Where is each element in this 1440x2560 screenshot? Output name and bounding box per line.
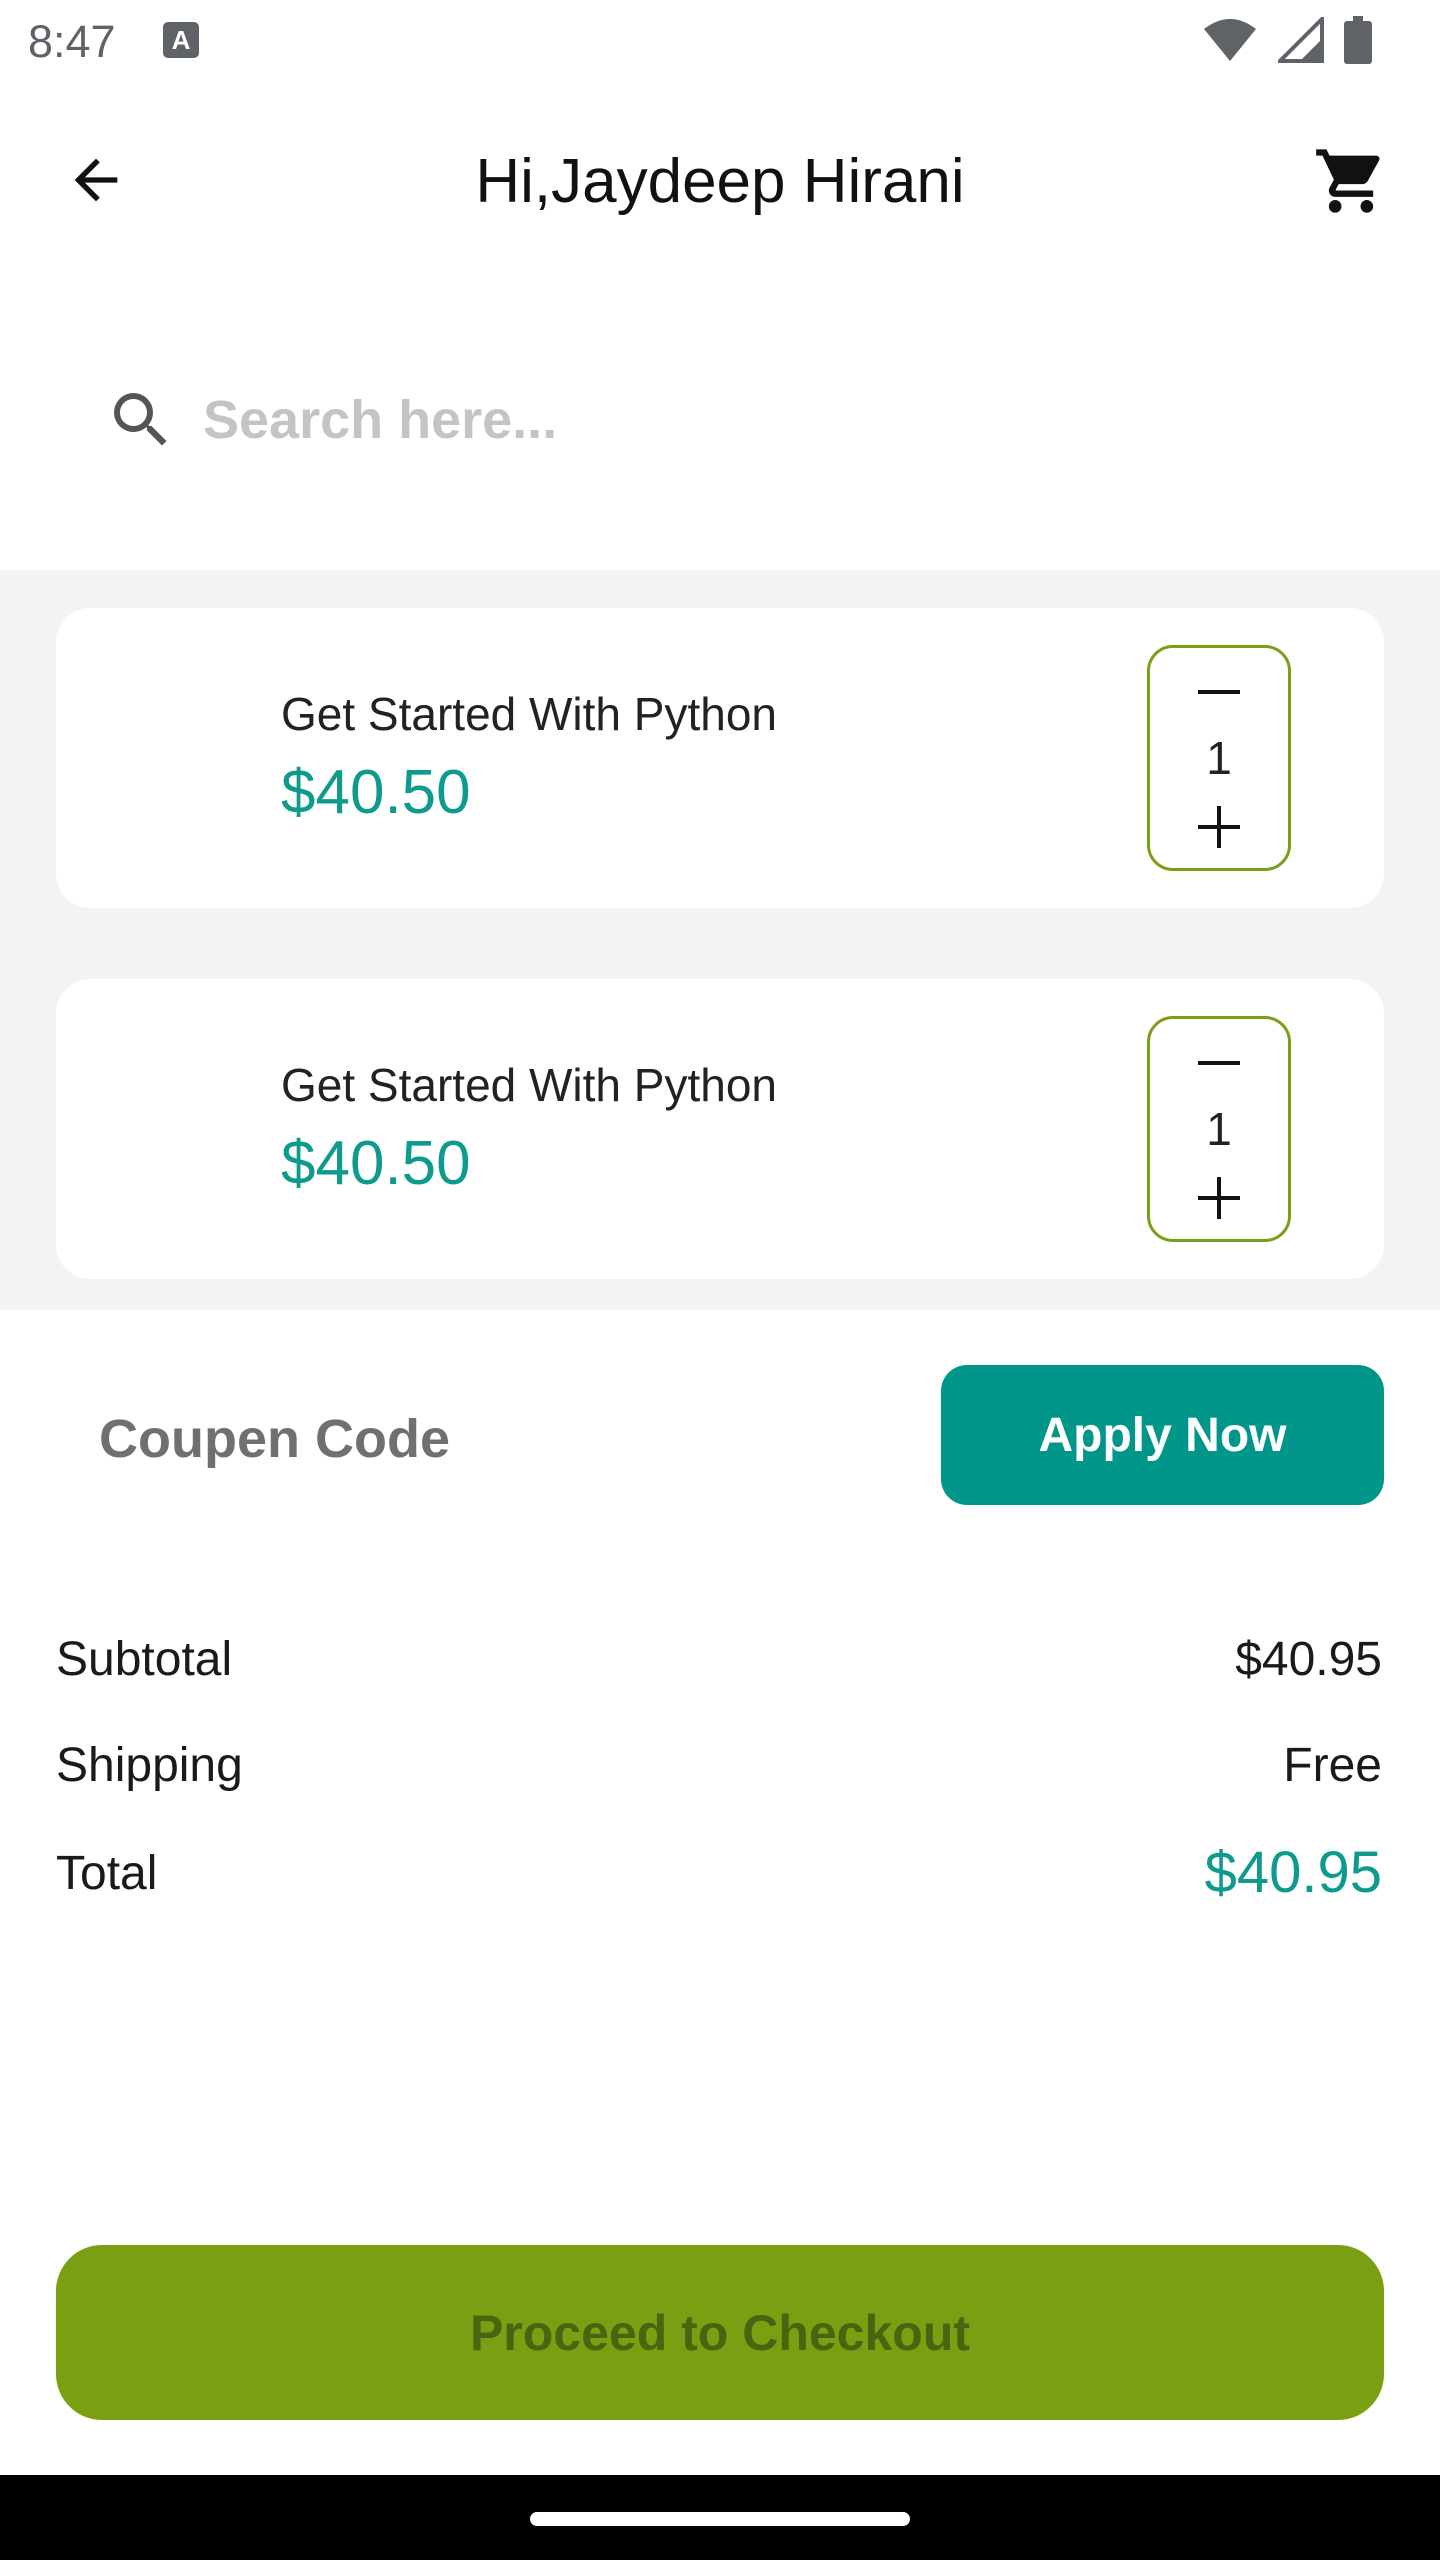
search-icon (101, 380, 181, 460)
subtotal-value: $40.95 (1235, 1633, 1382, 1686)
increment-button[interactable] (1150, 1167, 1288, 1229)
page-title: Hi,Jaydeep Hirani (475, 147, 965, 216)
coupon-code-input[interactable]: Coupen Code (99, 1406, 450, 1472)
total-value: $40.95 (1204, 1840, 1382, 1905)
plus-icon (1198, 806, 1240, 848)
search-bar[interactable] (56, 340, 1384, 500)
item-name: Get Started With Python (281, 688, 778, 740)
decrement-button[interactable] (1150, 662, 1288, 722)
item-name: Get Started With Python (281, 1059, 778, 1111)
wifi-icon (1204, 19, 1256, 61)
minus-icon (1198, 690, 1240, 694)
shipping-value: Free (1283, 1739, 1382, 1792)
cart-button[interactable] (1306, 136, 1396, 226)
subtotal-label: Subtotal (56, 1633, 233, 1686)
quantity-stepper: 1 (1147, 645, 1291, 871)
battery-icon (1344, 16, 1372, 64)
increment-button[interactable] (1150, 796, 1288, 858)
quantity-stepper: 1 (1147, 1016, 1291, 1242)
quantity-value: 1 (1206, 732, 1232, 784)
item-price: $40.50 (281, 1129, 471, 1198)
status-icons (1202, 16, 1372, 64)
quantity-value: 1 (1206, 1103, 1232, 1155)
proceed-to-checkout-button[interactable]: Proceed to Checkout (56, 2245, 1384, 2420)
decrement-button[interactable] (1150, 1033, 1288, 1093)
shipping-label: Shipping (56, 1739, 243, 1792)
total-label: Total (56, 1847, 158, 1900)
apply-now-button[interactable]: Apply Now (941, 1365, 1384, 1505)
plus-icon (1198, 1177, 1240, 1219)
signal-icon (1278, 17, 1324, 63)
status-time: 8:47 (28, 16, 116, 67)
home-handle[interactable] (530, 2512, 910, 2526)
search-input[interactable] (201, 388, 1205, 452)
minus-icon (1198, 1061, 1240, 1065)
cart-icon (1316, 149, 1380, 213)
a-icon: A (163, 22, 199, 58)
item-price: $40.50 (281, 758, 471, 827)
